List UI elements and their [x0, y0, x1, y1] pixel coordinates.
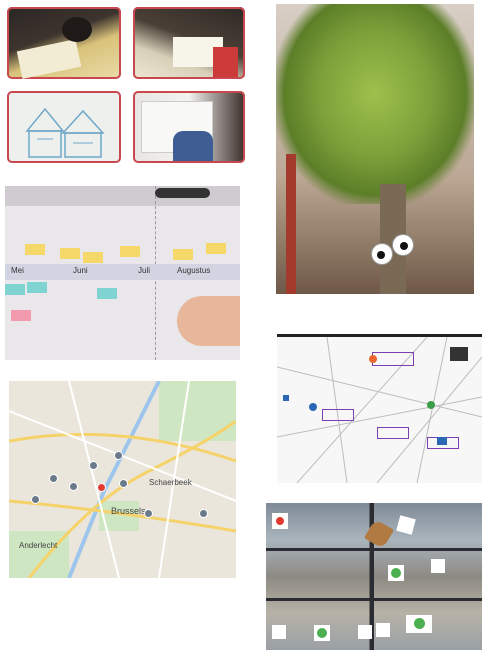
sticky-note-teal: [97, 288, 117, 299]
brussels-map: Schaerbeek Brussels Anderlecht: [9, 381, 236, 578]
map-pin[interactable]: [69, 482, 78, 491]
workshop-photo-house-drawing: [7, 91, 121, 163]
smiley-sticker-icon: [406, 615, 432, 633]
map-pin-selected[interactable]: [97, 483, 106, 492]
house-sketch: [25, 107, 105, 158]
map-pin[interactable]: [199, 509, 208, 518]
sticker-blue: [437, 437, 447, 445]
map-pin[interactable]: [89, 461, 98, 470]
sticker-dice: [358, 625, 372, 639]
smiley-sticker-icon: [388, 565, 404, 581]
sticky-note-yellow: [173, 249, 193, 260]
sticky-note-yellow: [60, 248, 80, 259]
sticker-orange: [369, 355, 377, 363]
map-label-schaerbeek: Schaerbeek: [149, 478, 192, 487]
timeline-month-2: Juni: [73, 266, 88, 275]
workshop-photo-children-drawing-2: [133, 7, 245, 79]
workshop-photo-child-writing: [133, 91, 245, 163]
map-pin[interactable]: [144, 509, 153, 518]
hand: [177, 296, 240, 346]
map-pin[interactable]: [119, 479, 128, 488]
sticky-note-yellow: [83, 252, 103, 263]
map-pin[interactable]: [31, 495, 40, 504]
sticker-blue: [309, 403, 317, 411]
timeline-month-3: Juli: [138, 266, 151, 275]
smiley-sticker-icon: [314, 625, 330, 641]
map-label-brussels: Brussels: [111, 506, 146, 516]
sticker-dice: [272, 625, 286, 639]
timeline-month-4: Augustus: [177, 266, 211, 275]
sticker-dice: [376, 623, 390, 637]
googly-eye-left: [372, 244, 392, 264]
annotation-box: [322, 409, 354, 421]
photo-thumbnail: [450, 347, 468, 361]
sticky-note-yellow: [25, 244, 45, 255]
sticker-green: [427, 401, 435, 409]
map-pin[interactable]: [49, 474, 58, 483]
sticker-red-dot: [272, 513, 288, 529]
street-photo-collage: [266, 503, 482, 650]
sticky-note-teal: [27, 282, 47, 293]
annotation-box: [377, 427, 409, 439]
sticky-note-yellow: [206, 243, 226, 254]
sticky-note-pink: [11, 310, 31, 321]
sticky-note-yellow: [120, 246, 140, 257]
sticker-blue: [283, 395, 289, 401]
annotation-box: [372, 352, 414, 366]
timeline-board-photo: Mei Juni Juli Augustus: [5, 186, 240, 360]
tree-with-googly-eyes-photo: [276, 4, 474, 294]
map-label-anderlecht: Anderlecht: [19, 541, 58, 550]
annotated-street-map: [277, 334, 482, 483]
sticker-dice: [431, 559, 445, 573]
workshop-photo-children-drawing-1: [7, 7, 121, 79]
timeline-month-1: Mei: [11, 266, 24, 275]
marker-pen: [155, 188, 210, 198]
map-pin[interactable]: [114, 451, 123, 460]
sticky-note-teal: [5, 284, 25, 295]
googly-eye-right: [393, 235, 413, 255]
